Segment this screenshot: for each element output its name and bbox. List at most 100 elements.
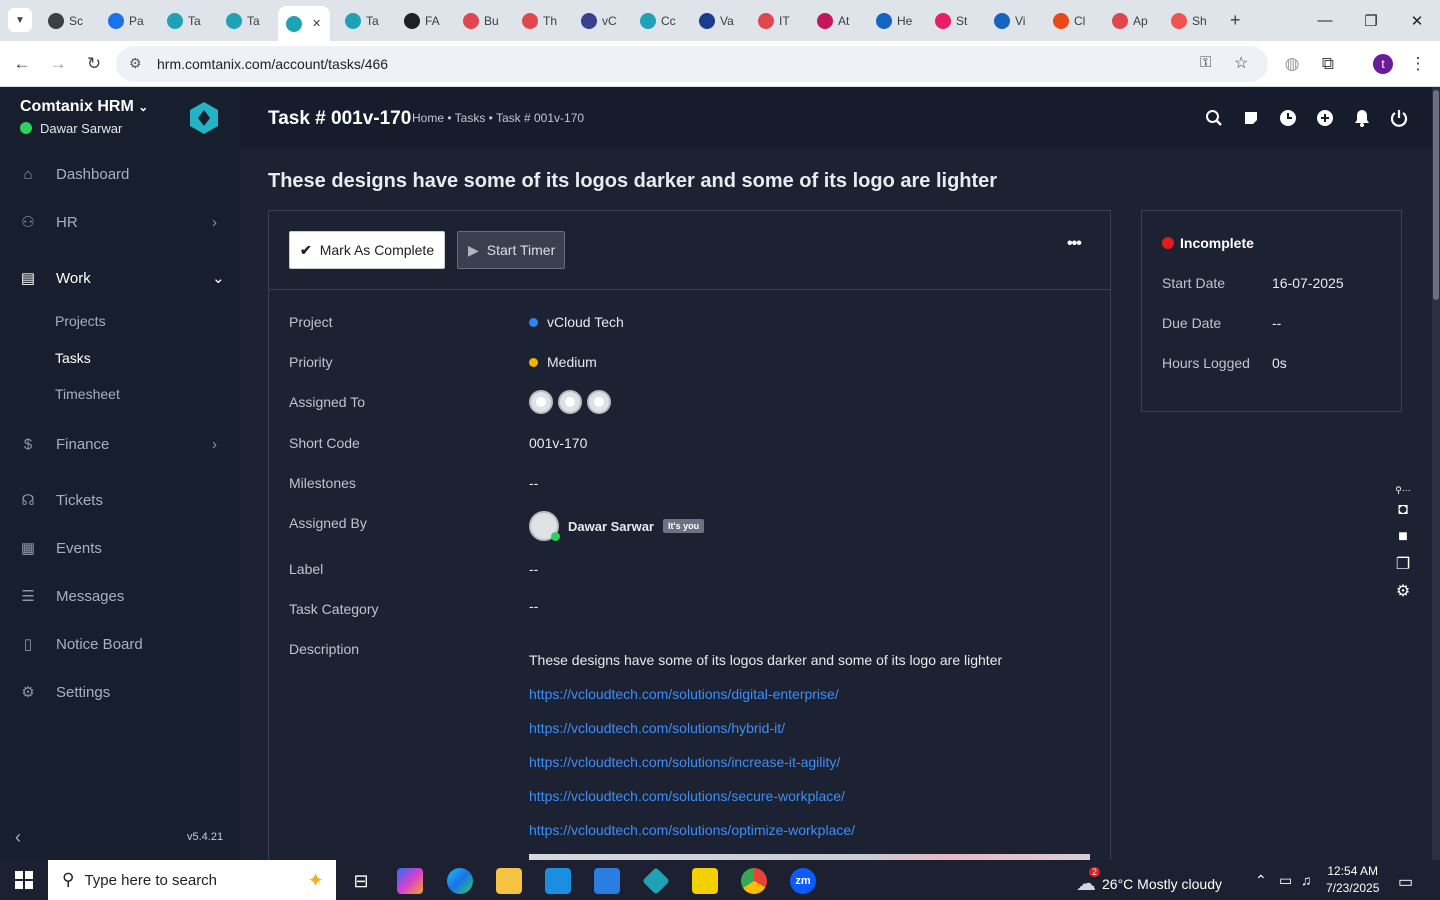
more-options-icon[interactable]: •••	[1067, 235, 1082, 253]
sidebar-subitem-tasks[interactable]: Tasks	[55, 350, 91, 366]
browser-tab[interactable]: Pa	[100, 6, 154, 35]
close-tab-icon[interactable]: ✕	[312, 17, 321, 30]
gear-icon[interactable]: ⚙	[1390, 577, 1416, 604]
site-info-icon[interactable]: ⚙	[129, 55, 142, 72]
description-link[interactable]: https://vcloudtech.com/solutions/hybrid-…	[529, 720, 785, 736]
omnibox[interactable]: ⚙ hrm.comtanix.com/account/tasks/466 ⚿ ☆	[116, 46, 1268, 82]
close-window-icon[interactable]: ✕	[1394, 0, 1440, 41]
volume-icon[interactable]: ♫	[1301, 872, 1312, 888]
sidebar-item-dashboard[interactable]: ⌂ Dashboard	[0, 154, 240, 194]
add-circle-icon[interactable]	[1314, 107, 1336, 129]
project-value[interactable]: vCloud Tech	[529, 314, 624, 330]
browser-tab[interactable]: He	[868, 6, 922, 35]
zoom-icon[interactable]: zm	[790, 868, 816, 894]
browser-tab[interactable]: Sc	[40, 6, 94, 35]
collapse-sidebar-icon[interactable]: ‹	[15, 827, 21, 848]
network-icon[interactable]: ▭	[1279, 872, 1292, 889]
scrollbar-thumb[interactable]	[1433, 90, 1439, 300]
avatar[interactable]	[529, 511, 560, 541]
copilot-icon[interactable]	[397, 868, 423, 894]
browser-tab[interactable]: Vi	[986, 6, 1040, 35]
browser-tab[interactable]: Th	[514, 6, 568, 35]
maximize-icon[interactable]: ❐	[1348, 0, 1394, 41]
browser-tab[interactable]: Cl	[1045, 6, 1099, 35]
sidebar-subitem-projects[interactable]: Projects	[55, 313, 106, 329]
mark-complete-button[interactable]: ✔ Mark As Complete	[289, 231, 445, 269]
browser-tab[interactable]: IT	[750, 6, 804, 35]
browser-tab[interactable]: Ta	[218, 6, 272, 35]
sidebar-item-notice-board[interactable]: ▯ Notice Board	[0, 624, 240, 664]
sidebar-item-hr[interactable]: ⚇ HR ›	[0, 202, 240, 242]
sidebar-item-finance[interactable]: $ Finance ›	[0, 424, 240, 464]
sticky-notes-icon[interactable]	[692, 868, 718, 894]
sidebar-subitem-timesheet[interactable]: Timesheet	[55, 386, 120, 402]
video-icon[interactable]: ■	[1390, 523, 1416, 550]
sidebar-item-work[interactable]: ▤ Work ⌄	[0, 258, 240, 298]
forward-icon[interactable]: →	[46, 52, 70, 76]
search-icon[interactable]	[1203, 107, 1225, 129]
back-icon[interactable]: ←	[10, 52, 34, 76]
description-link[interactable]: https://vcloudtech.com/solutions/secure-…	[529, 788, 845, 804]
store-icon[interactable]	[545, 868, 571, 894]
browser-tab[interactable]: ✕	[278, 6, 330, 41]
camera-icon[interactable]: ◘	[1390, 496, 1416, 523]
tab-label: St	[956, 13, 968, 28]
notification-icon[interactable]: ▭	[1398, 872, 1413, 892]
power-icon[interactable]	[1388, 107, 1410, 129]
browser-tab[interactable]: vC	[573, 6, 627, 35]
tab-search-icon[interactable]: ▼	[8, 8, 32, 32]
task-view-icon[interactable]: ⊟	[348, 868, 374, 894]
translate-icon[interactable]: ◍	[1280, 52, 1304, 76]
brand-name[interactable]: Comtanix HRM ⌄	[20, 98, 148, 116]
brand-dropdown-icon[interactable]: ⌄	[138, 100, 148, 114]
bell-icon[interactable]	[1351, 107, 1373, 129]
chrome-icon[interactable]	[741, 868, 767, 894]
reload-icon[interactable]: ↻	[82, 52, 106, 76]
browser-tab[interactable]: Cc	[632, 6, 686, 35]
sidebar-item-events[interactable]: ▦ Events	[0, 528, 240, 568]
browser-tab[interactable]: At	[809, 6, 863, 35]
hrm-app-icon[interactable]	[642, 867, 670, 895]
description-link[interactable]: https://vcloudtech.com/solutions/optimiz…	[529, 822, 855, 838]
mail-icon[interactable]	[594, 868, 620, 894]
sidebar-item-messages[interactable]: ☰ Messages	[0, 576, 240, 616]
sticky-note-icon[interactable]	[1240, 107, 1262, 129]
browser-tab[interactable]: Ta	[159, 6, 213, 35]
windows-icon[interactable]: ❐	[1390, 550, 1416, 577]
windows-start-icon[interactable]	[0, 860, 48, 900]
avatar[interactable]	[587, 390, 611, 414]
password-key-icon[interactable]: ⚿	[1200, 54, 1211, 71]
new-tab-icon[interactable]: +	[1222, 6, 1249, 35]
avatar[interactable]	[558, 390, 582, 414]
bookmark-star-icon[interactable]: ☆	[1234, 53, 1248, 73]
sidebar-item-settings[interactable]: ⚙ Settings	[0, 672, 240, 712]
browser-tab[interactable]: St	[927, 6, 981, 35]
browser-tab[interactable]: Ap	[1104, 6, 1158, 35]
browser-tab[interactable]: Bu	[455, 6, 509, 35]
browser-tab[interactable]: FA	[396, 6, 450, 35]
breadcrumb[interactable]: Home • Tasks • Task # 001v-170	[412, 111, 584, 125]
minimize-icon[interactable]: —	[1302, 0, 1348, 41]
browser-tab[interactable]: Va	[691, 6, 745, 35]
tab-label: Sc	[69, 13, 84, 28]
sidebar-item-tickets[interactable]: ☊ Tickets	[0, 480, 240, 520]
weather-widget[interactable]: ☁ 2 26°C Mostly cloudy	[1076, 867, 1222, 896]
profile-avatar[interactable]: t	[1373, 54, 1393, 74]
system-clock[interactable]: 12:54 AM 7/23/2025	[1326, 863, 1379, 897]
browser-tab[interactable]: Ta	[337, 6, 391, 35]
link-dots-icon[interactable]: ⚲⋯	[1390, 484, 1416, 496]
description-link[interactable]: https://vcloudtech.com/solutions/increas…	[529, 754, 840, 770]
start-timer-button[interactable]: ▶ Start Timer	[457, 231, 565, 269]
avatar[interactable]	[529, 390, 553, 414]
taskbar-search[interactable]: ⚲ Type here to search ✦	[48, 860, 336, 900]
file-explorer-icon[interactable]	[496, 868, 522, 894]
chevron-up-icon[interactable]: ⌃	[1255, 872, 1267, 889]
clipboard-icon: ▯	[23, 636, 33, 653]
clock-icon[interactable]	[1277, 107, 1299, 129]
chrome-menu-icon[interactable]: ⋮	[1406, 52, 1430, 76]
extensions-icon[interactable]: ⧉	[1316, 52, 1340, 76]
browser-tab[interactable]: Sh	[1163, 6, 1217, 35]
url-text[interactable]: hrm.comtanix.com/account/tasks/466	[157, 56, 388, 72]
edge-icon[interactable]	[447, 868, 473, 894]
description-link[interactable]: https://vcloudtech.com/solutions/digital…	[529, 686, 839, 702]
